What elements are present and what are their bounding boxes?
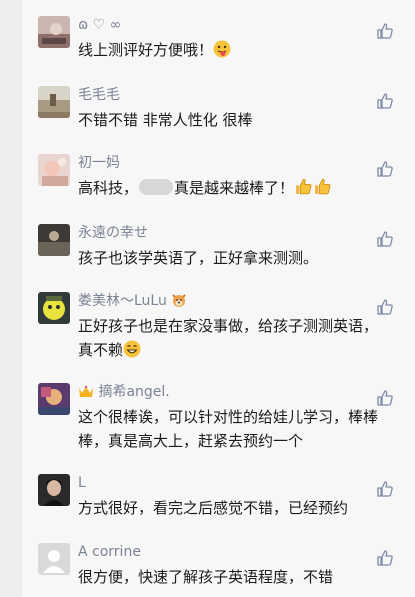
- thumbs-up-icon[interactable]: [376, 298, 394, 316]
- redacted-text: [139, 179, 174, 195]
- comments-panel: ɷ ♡ ∞ 线上测评好方便哦！ 毛毛毛 不错不错 非常人性化 很棒 初一妈 高科…: [22, 0, 415, 597]
- avatar[interactable]: [38, 86, 70, 118]
- comment-text: 线上测评好方便哦！: [78, 38, 378, 65]
- comment-author: 永遠の幸せ: [78, 225, 148, 241]
- avatar[interactable]: [38, 154, 70, 186]
- thumbs-up-emoji-icon: [294, 177, 313, 203]
- comment-text: 这个很棒诶，可以针对性的给娃儿学习，棒棒棒，真是高大上，赶紧去预约一个: [78, 408, 379, 450]
- comment-text: 很方便，快速了解孩子英语程度，不错: [78, 568, 334, 586]
- avatar[interactable]: [38, 474, 70, 506]
- avatar[interactable]: [38, 292, 70, 324]
- comment-author: L: [78, 475, 86, 491]
- thumbs-up-icon[interactable]: [376, 22, 394, 40]
- comment-text: 方式很好，看完之后感觉不错，已经预约: [78, 499, 349, 517]
- avatar[interactable]: [38, 543, 70, 575]
- comment-text: 正好孩子也是在家没事做，给孩子测测英语，真不赖: [78, 314, 378, 365]
- comment-author: A corrine: [78, 544, 141, 560]
- thumbs-up-icon[interactable]: [376, 389, 394, 407]
- comment-text: 孩子也该学英语了，正好拿来测测。: [78, 249, 319, 267]
- comment-author: 娄美林～LuLu: [78, 292, 187, 313]
- comment-author: 初一妈: [78, 155, 120, 171]
- comment-text: 不错不错 非常人性化 很棒: [78, 111, 253, 129]
- thumbs-up-emoji-icon: [313, 177, 332, 203]
- comment-text: 高科技， 真是越来越棒了！: [78, 176, 378, 203]
- avatar[interactable]: [38, 224, 70, 256]
- comment-author: 毛毛毛: [78, 87, 120, 103]
- comment-author: ɷ ♡ ∞: [78, 17, 122, 33]
- comment-author: 摘希angel.: [78, 383, 170, 404]
- thumbs-up-icon[interactable]: [376, 549, 394, 567]
- thumbs-up-icon[interactable]: [376, 480, 394, 498]
- avatar[interactable]: [38, 383, 70, 415]
- tongue-face-emoji-icon: [213, 40, 231, 65]
- thumbs-up-icon[interactable]: [376, 230, 394, 248]
- thumbs-up-icon[interactable]: [376, 160, 394, 178]
- dog-face-emoji-icon: [171, 292, 187, 313]
- thumbs-up-icon[interactable]: [376, 92, 394, 110]
- crown-emoji-icon: [78, 385, 94, 404]
- grinning-face-emoji-icon: [123, 340, 141, 365]
- avatar[interactable]: [38, 16, 70, 48]
